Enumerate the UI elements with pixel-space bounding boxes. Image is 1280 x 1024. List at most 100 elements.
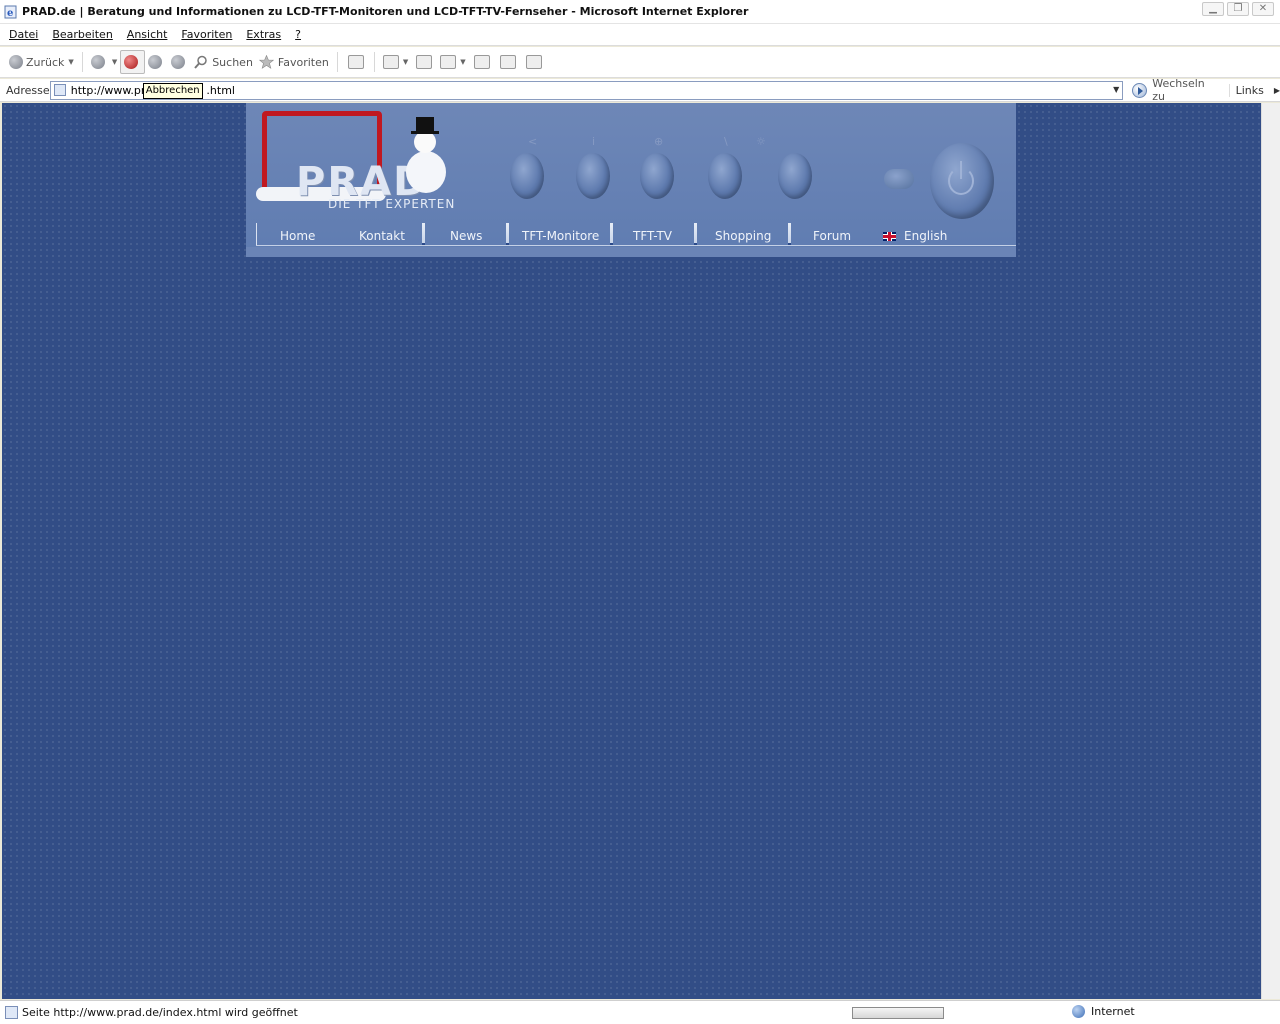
site-header: PRAD DIE TFT EXPERTEN < i ⊕ \ ☼ Home Kon… — [246, 103, 1016, 257]
logo-slogan: DIE TFT EXPERTEN — [328, 197, 456, 211]
monitor-toggle — [884, 169, 914, 189]
search-button[interactable]: Suchen — [191, 50, 256, 74]
edit-button[interactable]: ▼ — [437, 50, 468, 74]
menu-bearbeiten[interactable]: Bearbeiten — [45, 28, 119, 41]
nav-underline — [256, 245, 1016, 246]
go-label: Wechseln zu — [1152, 77, 1205, 103]
mail-button[interactable]: ▼ — [380, 50, 411, 74]
monitor-knob-1 — [510, 153, 544, 199]
mail-dropdown-icon[interactable]: ▼ — [403, 58, 408, 66]
status-text: Seite http://www.prad.de/index.html wird… — [22, 1006, 298, 1019]
security-zone: Internet — [1072, 1005, 1135, 1018]
nav-separator — [694, 223, 697, 245]
monitor-knob-4 — [708, 153, 742, 199]
toolbar-separator — [336, 52, 338, 72]
nav-english[interactable]: English — [883, 227, 947, 245]
vertical-scrollbar[interactable] — [1261, 103, 1280, 999]
refresh-button[interactable] — [145, 50, 168, 74]
research-icon[interactable] — [525, 55, 542, 69]
nav-tft-tv[interactable]: TFT-TV — [633, 227, 672, 245]
power-icon — [930, 143, 994, 219]
prad-logo[interactable]: PRAD DIE TFT EXPERTEN — [256, 109, 461, 211]
print-icon[interactable] — [416, 55, 433, 69]
back-dropdown-icon[interactable]: ▼ — [68, 58, 73, 66]
monitor-knob-2 — [576, 153, 610, 199]
nav-kontakt[interactable]: Kontakt — [359, 227, 405, 245]
menu-favoriten[interactable]: Favoriten — [174, 28, 239, 41]
nav-home[interactable]: Home — [280, 227, 315, 245]
knob-mark-slash: \ — [724, 135, 728, 148]
forward-arrow-icon — [90, 55, 105, 69]
menu-bar: Datei Bearbeiten Ansicht Favoriten Extra… — [0, 24, 1280, 46]
address-dropdown-icon[interactable]: ▼ — [1113, 85, 1119, 94]
menu-datei[interactable]: Datei — [2, 28, 45, 41]
status-bar: Seite http://www.prad.de/index.html wird… — [0, 1000, 1280, 1024]
edit-icon — [440, 55, 457, 69]
stop-icon — [124, 55, 139, 69]
forward-dropdown-icon[interactable]: ▼ — [112, 58, 117, 66]
mail-icon — [382, 55, 399, 69]
address-url-end: .html — [206, 83, 235, 97]
ie-page-icon: e — [4, 5, 18, 19]
knob-mark-plus: ⊕ — [654, 135, 664, 148]
loading-progress-bar — [852, 1007, 944, 1019]
go-button[interactable]: Wechseln zu — [1132, 77, 1220, 103]
address-bar: Adresse http://www.pr .html Abbrechen ▼ … — [0, 77, 1280, 103]
knob-mark-sun: ☼ — [756, 135, 766, 148]
menu-extras[interactable]: Extras — [239, 28, 288, 41]
menu-ansicht[interactable]: Ansicht — [120, 28, 175, 41]
close-button[interactable]: ✕ — [1252, 2, 1274, 16]
knob-mark-info: i — [592, 135, 596, 148]
nav-separator — [506, 223, 509, 245]
links-chevron-icon[interactable]: ▶ — [1274, 86, 1280, 95]
back-button[interactable]: Zurück ▼ — [6, 50, 77, 74]
nav-tft-monitore[interactable]: TFT-Monitore — [522, 227, 599, 245]
knob-mark-left: < — [528, 135, 538, 148]
refresh-icon — [148, 55, 163, 69]
stop-tooltip: Abbrechen — [142, 82, 203, 99]
zone-label: Internet — [1091, 1005, 1135, 1018]
forward-button[interactable]: ▼ — [88, 50, 120, 74]
edit-dropdown-icon[interactable]: ▼ — [460, 58, 465, 66]
nav-separator — [610, 223, 613, 245]
svg-text:e: e — [7, 8, 13, 19]
search-icon — [194, 55, 207, 69]
address-input[interactable]: http://www.pr .html Abbrechen ▼ — [49, 80, 1124, 100]
toolbar-separator — [373, 52, 375, 72]
page-viewport: PRAD DIE TFT EXPERTEN < i ⊕ \ ☼ Home Kon… — [2, 103, 1261, 999]
stop-button[interactable] — [120, 50, 146, 74]
window-controls: ▁ ❐ ✕ — [1202, 2, 1274, 16]
nav-strip — [246, 247, 1016, 257]
nav-news[interactable]: News — [450, 227, 482, 245]
address-url-start: http://www.pr — [70, 83, 146, 97]
window-title-bar: e PRAD.de | Beratung und Informationen z… — [0, 0, 1280, 24]
favorites-label: Favoriten — [277, 55, 329, 69]
nav-separator — [256, 223, 257, 245]
back-label: Zurück — [26, 55, 65, 69]
nav-english-label: English — [904, 229, 948, 243]
nav-forum[interactable]: Forum — [813, 227, 851, 245]
discuss-icon[interactable] — [473, 55, 490, 69]
page-icon — [53, 84, 66, 96]
menu-help[interactable]: ? — [288, 28, 308, 41]
loading-page-icon — [5, 1006, 18, 1019]
toolbar-separator — [81, 52, 83, 72]
address-label: Adresse — [6, 83, 50, 97]
minimize-button[interactable]: ▁ — [1202, 2, 1224, 16]
go-arrow-icon — [1132, 82, 1148, 98]
monitor-knob-5 — [778, 153, 812, 199]
history-icon[interactable] — [347, 55, 364, 69]
messenger-icon[interactable] — [499, 55, 516, 69]
favorites-button[interactable]: Favoriten — [256, 50, 332, 74]
back-arrow-icon — [9, 55, 23, 69]
monitor-knob-3 — [640, 153, 674, 199]
home-button[interactable] — [168, 50, 191, 74]
star-icon — [258, 55, 274, 69]
globe-icon — [1072, 1005, 1085, 1018]
maximize-button[interactable]: ❐ — [1227, 2, 1249, 16]
nav-shopping[interactable]: Shopping — [715, 227, 771, 245]
links-button[interactable]: Links — [1228, 83, 1264, 97]
site-navigation: Home Kontakt News TFT-Monitore TFT-TV Sh… — [246, 223, 1016, 257]
toolbar: Zurück ▼ ▼ Suchen Favoriten ▼ ▼ — [0, 47, 1280, 78]
window-title: PRAD.de | Beratung und Informationen zu … — [22, 5, 749, 18]
